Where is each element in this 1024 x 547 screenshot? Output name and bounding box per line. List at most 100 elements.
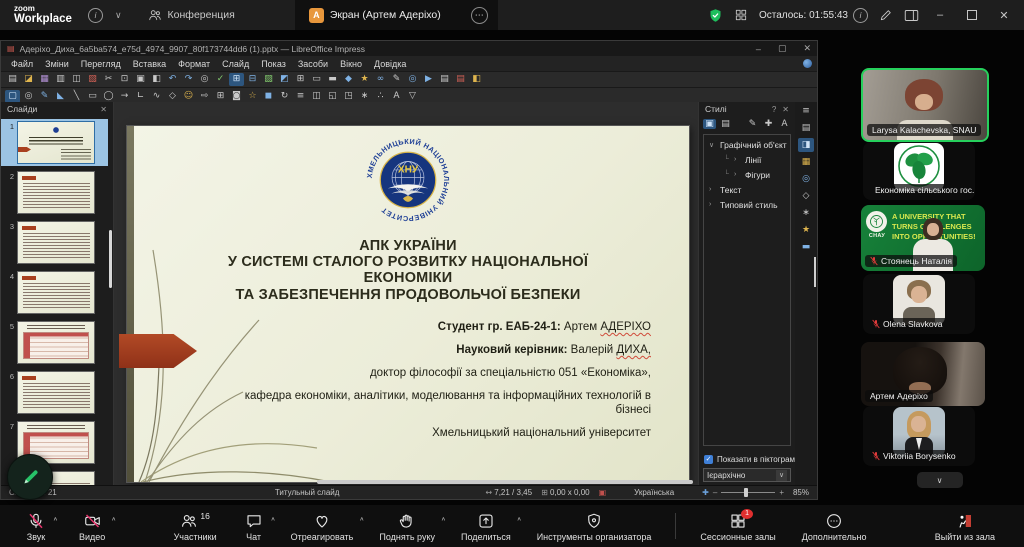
shapes-icon[interactable]: ◇ — [798, 189, 814, 203]
copy-icon[interactable]: ⊡ — [117, 73, 132, 86]
close-deck-icon[interactable]: ✕ — [782, 105, 789, 114]
slides-panel-scrollbar[interactable] — [109, 230, 112, 288]
fill-format-icon[interactable]: ✎ — [746, 119, 759, 129]
styles-icon[interactable]: ◨ — [798, 138, 814, 152]
expander-icon[interactable]: ∨ — [709, 141, 716, 149]
new-document-icon[interactable]: ▤ — [5, 73, 20, 86]
menu-item[interactable]: Засоби — [292, 58, 334, 70]
fill-color-icon[interactable]: ◣ — [53, 90, 68, 103]
insert-textbox-icon[interactable]: ▭ — [309, 73, 324, 86]
navigator-icon[interactable]: ◎ — [798, 172, 814, 186]
print-icon[interactable]: ▥ — [53, 73, 68, 86]
style-entry[interactable]: › Текст — [704, 182, 790, 197]
video-tile-artem[interactable]: Артем Адеріхо — [861, 342, 985, 406]
callout-icon[interactable]: ◙ — [229, 90, 244, 103]
host-tools-button[interactable]: Инструменты организатора — [526, 509, 663, 544]
menu-item[interactable]: Вікно — [334, 58, 368, 70]
shadow-icon[interactable]: ◱ — [325, 90, 340, 103]
select-icon[interactable]: ▢ — [5, 90, 20, 103]
slide-editor[interactable]: ХМЕЛЬНИЦЬКИЙ НАЦІОНАЛЬНИЙ УНІВЕРСИТЕТ — [127, 126, 689, 482]
video-tile-olena[interactable]: Olena Slavkova — [863, 274, 975, 334]
meeting-info-icon[interactable]: i — [88, 8, 103, 23]
connector-icon[interactable]: ∟ — [133, 90, 148, 103]
effects-icon[interactable]: ★ — [798, 223, 814, 237]
new-slide-icon[interactable]: ▤ — [437, 73, 452, 86]
canvas-horizontal-scrollbar[interactable] — [317, 480, 693, 484]
style-entry[interactable]: › Фігури — [704, 167, 790, 182]
unsaved-changes-icon[interactable]: ▣ — [599, 488, 607, 497]
close-button[interactable]: ✕ — [994, 9, 1014, 22]
expander-icon[interactable]: › — [709, 201, 716, 208]
ellipse-icon[interactable]: ◯ — [101, 90, 116, 103]
fontwork-icon[interactable]: A — [389, 90, 404, 103]
sidebar-scrollbar[interactable] — [814, 257, 816, 287]
glue-points-icon[interactable]: ∴ — [373, 90, 388, 103]
zoom-icon[interactable]: ◎ — [405, 73, 420, 86]
menu-item[interactable]: Формат — [172, 58, 216, 70]
hyperlink-icon[interactable]: ∞ — [373, 73, 388, 86]
tab-options-icon[interactable]: ⋯ — [471, 7, 488, 24]
flowchart-icon[interactable]: ◇ — [165, 90, 180, 103]
table-icon[interactable]: ⊞ — [213, 90, 228, 103]
header-footer-icon[interactable]: ▬ — [325, 73, 340, 86]
slide-thumbnail[interactable]: 4 — [1, 269, 108, 316]
insert-chart-icon[interactable]: ◩ — [277, 73, 292, 86]
breakout-rooms-button[interactable]: 1 Сессионные залы — [689, 509, 786, 544]
menu-item[interactable]: Довідка — [368, 58, 412, 70]
leave-button[interactable]: Выйти из зала — [924, 509, 1006, 544]
menu-item[interactable]: Вставка — [127, 58, 172, 70]
grid-icon[interactable]: ⊞ — [229, 73, 244, 86]
expander-icon[interactable]: › — [709, 186, 716, 193]
zoom-pan-icon[interactable]: ◎ — [21, 90, 36, 103]
expander-icon[interactable]: › — [734, 156, 741, 163]
rectangle-icon[interactable]: ▭ — [85, 90, 100, 103]
curve-icon[interactable]: ∿ — [149, 90, 164, 103]
slide-thumbnail[interactable]: 5 — [1, 319, 108, 366]
paste-icon[interactable]: ▣ — [133, 73, 148, 86]
style-entry[interactable]: ∨ Графічний об'єкт — [704, 137, 790, 152]
undo-icon[interactable]: ↶ — [165, 73, 180, 86]
menu-item[interactable]: Слайд — [216, 58, 255, 70]
impress-minimize-button[interactable]: – — [756, 44, 761, 54]
show-previews-checkbox[interactable]: ✓ Показати в піктограмах — [704, 455, 804, 464]
slide-thumbnail[interactable]: 2 — [1, 169, 108, 216]
arrow-icon[interactable]: → — [117, 90, 132, 103]
print-preview-icon[interactable]: ◫ — [69, 73, 84, 86]
crop-icon[interactable]: ◳ — [341, 90, 356, 103]
points-icon[interactable]: ∗ — [357, 90, 372, 103]
impress-restore-button[interactable]: ▢ — [778, 43, 787, 54]
participants-button[interactable]: 16 Участники — [163, 509, 228, 544]
helplines-icon[interactable]: ⊟ — [245, 73, 260, 86]
annotate-pencil-icon[interactable] — [879, 8, 893, 22]
document-language[interactable]: Українська — [615, 488, 693, 497]
animation-icon[interactable]: ∗ — [798, 206, 814, 220]
update-style-icon[interactable]: A — [778, 119, 791, 129]
slide-thumbnail[interactable]: 1 — [1, 119, 108, 166]
rotate-icon[interactable]: ↻ — [277, 90, 292, 103]
sidebar-settings-icon[interactable]: ≡ — [798, 104, 814, 118]
video-tile-viktoriia[interactable]: Viktoriia Borysenko — [863, 406, 975, 466]
zoom-slider-thumb[interactable] — [744, 488, 748, 497]
menu-item[interactable]: Перегляд — [75, 58, 127, 70]
start-presentation-icon[interactable]: ▶ — [421, 73, 436, 86]
zoom-slider[interactable]: ✚ – + — [702, 488, 784, 497]
video-options-chevron[interactable]: ∧ — [111, 515, 116, 521]
gallery-icon[interactable]: ▦ — [798, 155, 814, 169]
slide-layout-icon[interactable]: ◧ — [469, 73, 484, 86]
redo-icon[interactable]: ↷ — [181, 73, 196, 86]
raise-hand-options-chevron[interactable]: ∧ — [441, 515, 446, 521]
collapse-videos-button[interactable]: ∨ — [917, 472, 963, 488]
smiley-icon[interactable]: ☺ — [181, 90, 196, 103]
menu-item[interactable]: Файл — [5, 58, 39, 70]
spelling-icon[interactable]: ✓ — [213, 73, 228, 86]
chevron-down-icon[interactable]: ∨ — [115, 10, 122, 21]
arrange-icon[interactable]: ◫ — [309, 90, 324, 103]
more-button[interactable]: Дополнительно — [791, 509, 878, 544]
minimize-button[interactable]: – — [930, 9, 950, 21]
slide-thumbnail[interactable]: 6 — [1, 369, 108, 416]
insert-table-icon[interactable]: ⊞ — [293, 73, 308, 86]
new-style-icon[interactable]: ✚ — [762, 119, 775, 129]
menu-item[interactable]: Зміни — [39, 58, 75, 70]
menu-item[interactable]: Показ — [255, 58, 292, 70]
time-info-icon[interactable]: i — [853, 8, 868, 23]
